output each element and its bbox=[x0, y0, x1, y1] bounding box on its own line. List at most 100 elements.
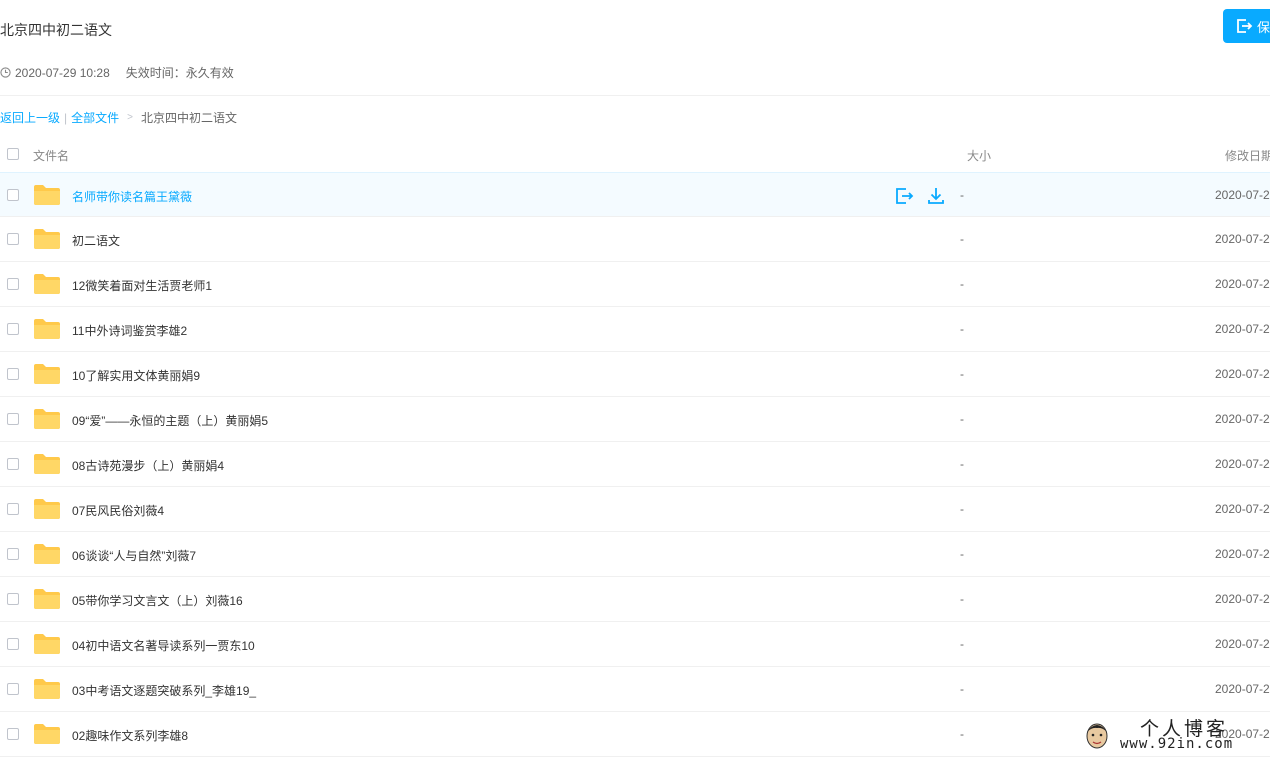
table-row[interactable]: 12微笑着面对生活贾老师1 - 2020-07-2 bbox=[0, 262, 1270, 307]
created-time: 2020-07-29 10:28 bbox=[15, 65, 110, 80]
row-checkbox[interactable] bbox=[7, 413, 19, 425]
page-title: 北京四中初二语文 bbox=[0, 22, 112, 38]
file-size: - bbox=[960, 727, 964, 741]
row-checkbox[interactable] bbox=[7, 638, 19, 650]
row-checkbox[interactable] bbox=[7, 233, 19, 245]
file-date: 2020-07-2 bbox=[1215, 547, 1270, 561]
file-size: - bbox=[960, 637, 964, 651]
file-size: - bbox=[960, 457, 964, 471]
file-date: 2020-07-2 bbox=[1215, 412, 1270, 426]
file-date: 2020-07-2 bbox=[1215, 682, 1270, 696]
file-date: 2020-07-2 bbox=[1215, 367, 1270, 381]
file-date: 2020-07-2 bbox=[1215, 277, 1270, 291]
table-row[interactable]: 10了解实用文体黄丽娟9 - 2020-07-2 bbox=[0, 352, 1270, 397]
row-checkbox[interactable] bbox=[7, 278, 19, 290]
save-icon bbox=[1237, 19, 1253, 33]
file-size: - bbox=[960, 682, 964, 696]
folder-icon bbox=[34, 229, 60, 249]
table-header: 文件名 大小 修改日期 bbox=[0, 138, 1270, 172]
row-actions bbox=[894, 186, 946, 206]
file-name[interactable]: 02趣味作文系列李雄8 bbox=[72, 727, 188, 744]
breadcrumb-arrow: > bbox=[127, 112, 133, 123]
header-divider bbox=[0, 95, 1270, 96]
folder-icon bbox=[34, 274, 60, 294]
file-date: 2020-07-2 bbox=[1215, 592, 1270, 606]
file-name[interactable]: 10了解实用文体黄丽娟9 bbox=[72, 367, 200, 384]
file-size: - bbox=[960, 277, 964, 291]
row-checkbox[interactable] bbox=[7, 323, 19, 335]
breadcrumb-separator: | bbox=[64, 110, 68, 125]
file-size: - bbox=[960, 367, 964, 381]
file-size: - bbox=[960, 502, 964, 516]
file-size: - bbox=[960, 547, 964, 561]
all-files-link[interactable]: 全部文件 bbox=[71, 109, 119, 126]
folder-icon bbox=[34, 499, 60, 519]
file-name[interactable]: 11中外诗词鉴赏李雄2 bbox=[72, 322, 187, 339]
table-row[interactable]: 初二语文 - 2020-07-2 bbox=[0, 217, 1270, 262]
folder-icon bbox=[34, 185, 60, 205]
file-name[interactable]: 07民风民俗刘薇4 bbox=[72, 502, 164, 519]
file-list: 名师带你读名篇王黛薇 - 2020-07-2 初二语文 - 2020-07-2 … bbox=[0, 172, 1270, 757]
file-name[interactable]: 06谈谈“人与自然”刘薇7 bbox=[72, 547, 196, 564]
column-header-name[interactable]: 文件名 bbox=[33, 147, 69, 164]
table-row[interactable]: 05带你学习文言文（上）刘薇16 - 2020-07-2 bbox=[0, 577, 1270, 622]
file-name[interactable]: 12微笑着面对生活贾老师1 bbox=[72, 277, 212, 294]
folder-icon bbox=[34, 589, 60, 609]
row-checkbox[interactable] bbox=[7, 503, 19, 515]
table-row[interactable]: 名师带你读名篇王黛薇 - 2020-07-2 bbox=[0, 172, 1270, 217]
table-row[interactable]: 03中考语文逐题突破系列_李雄19_ - 2020-07-2 bbox=[0, 667, 1270, 712]
folder-icon bbox=[34, 724, 60, 744]
table-row[interactable]: 09“爱”——永恒的主题（上）黄丽娟5 - 2020-07-2 bbox=[0, 397, 1270, 442]
table-row[interactable]: 08古诗苑漫步（上）黄丽娟4 - 2020-07-2 bbox=[0, 442, 1270, 487]
folder-icon bbox=[34, 454, 60, 474]
clock-icon bbox=[0, 67, 11, 78]
folder-icon bbox=[34, 319, 60, 339]
avatar-face-icon bbox=[1086, 723, 1108, 749]
file-size: - bbox=[960, 592, 964, 606]
file-name[interactable]: 05带你学习文言文（上）刘薇16 bbox=[72, 592, 243, 609]
back-link[interactable]: 返回上一级 bbox=[0, 109, 60, 126]
file-date: 2020-07-2 bbox=[1215, 322, 1270, 336]
breadcrumb-current: 北京四中初二语文 bbox=[141, 111, 238, 125]
file-size: - bbox=[960, 232, 964, 246]
folder-icon bbox=[34, 634, 60, 654]
file-size: - bbox=[960, 322, 964, 336]
file-date: 2020-07-2 bbox=[1215, 502, 1270, 516]
row-checkbox[interactable] bbox=[7, 683, 19, 695]
save-to-netdisk-button[interactable]: 保 bbox=[1223, 9, 1270, 43]
save-button-label: 保 bbox=[1257, 19, 1270, 35]
column-header-size[interactable]: 大小 bbox=[967, 147, 991, 164]
folder-icon bbox=[34, 544, 60, 564]
file-name[interactable]: 名师带你读名篇王黛薇 bbox=[72, 188, 192, 205]
file-name[interactable]: 09“爱”——永恒的主题（上）黄丽娟5 bbox=[72, 412, 268, 429]
file-date: 2020-07-2 bbox=[1215, 457, 1270, 471]
table-row[interactable]: 11中外诗词鉴赏李雄2 - 2020-07-2 bbox=[0, 307, 1270, 352]
file-name[interactable]: 04初中语文名著导读系列一贾东10 bbox=[72, 637, 255, 654]
row-checkbox[interactable] bbox=[7, 458, 19, 470]
file-date: 2020-07-2 bbox=[1215, 232, 1270, 246]
file-name[interactable]: 初二语文 bbox=[72, 232, 120, 249]
file-size: - bbox=[960, 412, 964, 426]
file-date: 2020-07-2 bbox=[1215, 637, 1270, 651]
folder-icon bbox=[34, 364, 60, 384]
file-name[interactable]: 03中考语文逐题突破系列_李雄19_ bbox=[72, 682, 256, 699]
file-name[interactable]: 08古诗苑漫步（上）黄丽娟4 bbox=[72, 457, 224, 474]
table-row[interactable]: 04初中语文名著导读系列一贾东10 - 2020-07-2 bbox=[0, 622, 1270, 667]
download-icon[interactable] bbox=[926, 186, 946, 206]
table-row[interactable]: 07民风民俗刘薇4 - 2020-07-2 bbox=[0, 487, 1270, 532]
save-icon[interactable] bbox=[894, 186, 914, 206]
table-row[interactable]: 06谈谈“人与自然”刘薇7 - 2020-07-2 bbox=[0, 532, 1270, 577]
breadcrumb: 返回上一级 | 全部文件 > 北京四中初二语文 bbox=[0, 109, 237, 126]
file-size: - bbox=[960, 188, 964, 202]
row-checkbox[interactable] bbox=[7, 368, 19, 380]
expire-time: 失效时间：永久有效 bbox=[125, 66, 234, 80]
watermark: 个人博客 www.92in.com bbox=[1078, 716, 1268, 754]
row-checkbox[interactable] bbox=[7, 548, 19, 560]
folder-icon bbox=[34, 409, 60, 429]
row-checkbox[interactable] bbox=[7, 728, 19, 740]
select-all-checkbox[interactable] bbox=[7, 148, 19, 160]
row-checkbox[interactable] bbox=[7, 189, 19, 201]
column-header-date[interactable]: 修改日期 bbox=[1225, 147, 1270, 164]
file-date: 2020-07-2 bbox=[1215, 188, 1270, 202]
row-checkbox[interactable] bbox=[7, 593, 19, 605]
